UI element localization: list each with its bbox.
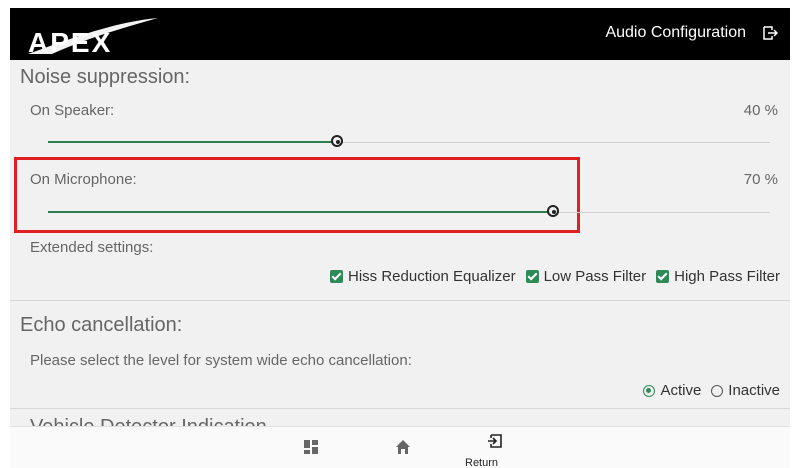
option-low-pass[interactable]: Low Pass Filter [525,268,647,285]
section-divider [10,408,790,409]
extended-settings-label: Extended settings: [30,239,154,256]
option-label: High Pass Filter [674,268,780,285]
radio-active[interactable]: Active [643,382,701,399]
speaker-label: On Speaker: [30,102,115,119]
app-frame: APEX Audio Configuration Noise suppressi… [0,0,798,468]
checkbox-checked[interactable] [525,270,539,283]
speaker-slider[interactable] [48,133,770,153]
radio-selected[interactable] [643,384,656,397]
apex-logo: APEX [28,18,158,58]
echo-cancellation-title: Echo cancellation: [20,314,183,336]
home-icon[interactable] [395,439,411,455]
section-divider [10,300,790,301]
microphone-label: On Microphone: [30,171,137,188]
return-label[interactable]: Return [465,457,498,468]
noise-suppression-title: Noise suppression: [20,66,191,88]
return-icon[interactable] [487,433,503,449]
extended-options: Hiss Reduction Equalizer Low Pass Filter… [330,268,780,285]
checkbox-checked[interactable] [656,270,670,283]
echo-options: Active Inactive [643,382,780,399]
slider-fill [48,141,337,143]
speaker-value: 40 % [743,102,778,119]
header-bar: APEX Audio Configuration [10,8,790,60]
screen: APEX Audio Configuration Noise suppressi… [10,8,790,468]
option-label: Low Pass Filter [543,268,647,285]
option-high-pass[interactable]: High Pass Filter [656,268,780,285]
slider-thumb[interactable] [330,135,343,147]
radio-label: Active [660,382,702,399]
radio-unselected[interactable] [711,384,724,397]
logo-text: APEX [28,27,112,58]
slider-fill [48,211,554,213]
option-label: Hiss Reduction Equalizer [348,268,516,285]
radio-inactive[interactable]: Inactive [711,382,780,399]
microphone-value: 70 % [743,171,778,188]
logout-icon[interactable] [762,25,778,41]
microphone-slider[interactable] [48,203,770,223]
option-hiss-reduction[interactable]: Hiss Reduction Equalizer [330,268,516,285]
dashboard-icon[interactable] [303,439,319,455]
page-title: Audio Configuration [605,24,746,41]
slider-thumb[interactable] [547,205,560,217]
checkbox-checked[interactable] [330,270,343,283]
radio-label: Inactive [728,382,780,399]
echo-description: Please select the level for system wide … [30,352,412,369]
bottom-nav: Return [10,426,790,468]
